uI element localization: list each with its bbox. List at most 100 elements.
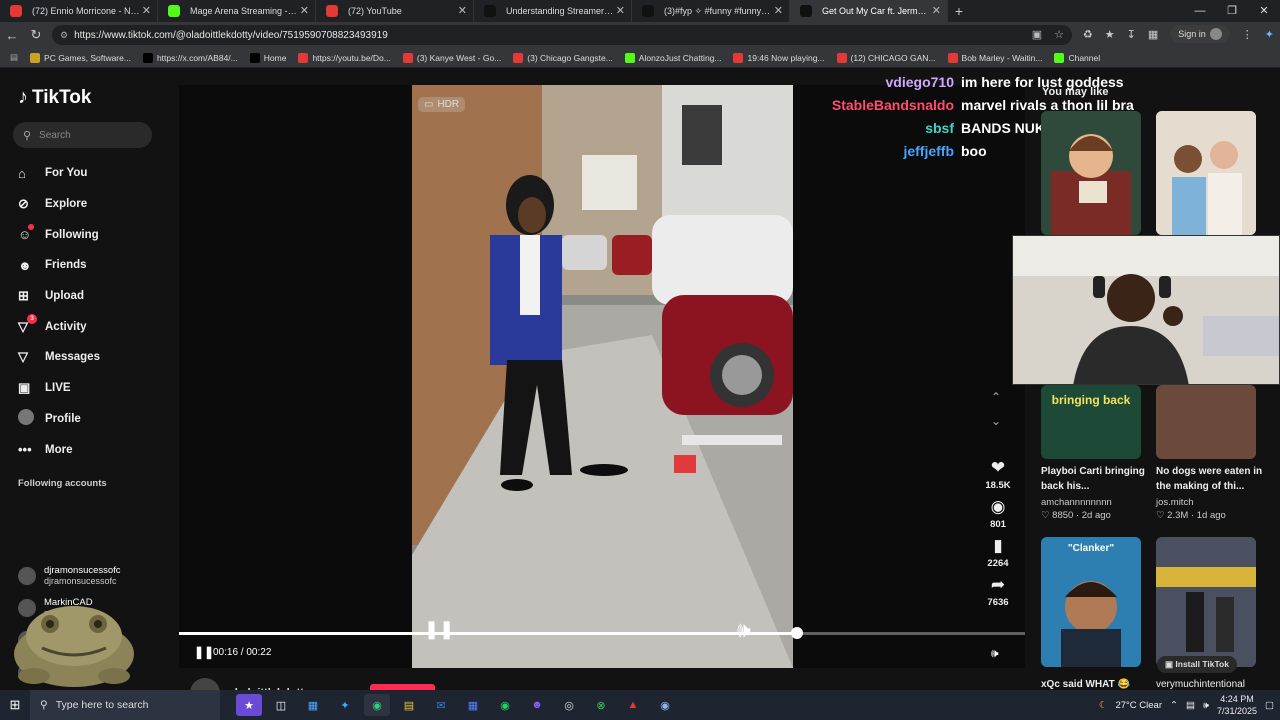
browser-tab[interactable]: (72) YouTube ✕ xyxy=(316,0,474,22)
sidebar-item-for-you[interactable]: ⌂ For You xyxy=(18,158,168,189)
search-input[interactable]: ⚲ Search xyxy=(13,122,152,148)
weather-text[interactable]: 27°C Clear xyxy=(1115,700,1162,711)
copilot-taskbar-icon[interactable]: ✦ xyxy=(332,694,358,716)
game-launcher-icon[interactable]: ▲ xyxy=(620,694,646,716)
bookmark-star-icon[interactable]: ☆ xyxy=(1054,28,1064,41)
downloads-icon[interactable]: ↧ xyxy=(1127,28,1136,41)
sidebar-item-friends[interactable]: ☻ Friends xyxy=(18,250,168,281)
close-tab-icon[interactable]: ✕ xyxy=(616,4,625,17)
taskbar-search-input[interactable]: ⚲ Type here to search xyxy=(30,690,220,720)
center-volume-icon[interactable]: 🕪 xyxy=(737,617,751,643)
sidebar-item-live[interactable]: ▣ LIVE xyxy=(18,373,168,404)
obs-icon[interactable]: ◎ xyxy=(556,694,582,716)
bookmark-item[interactable]: (3) Chicago Gangste... xyxy=(513,52,613,63)
comment-button[interactable]: ◉ 801 xyxy=(978,497,1018,530)
browser-tab[interactable]: Get Out My Car ft. Jermaine ✕ xyxy=(790,0,948,22)
windows-start-icon[interactable]: ⊞ xyxy=(0,697,30,713)
sidebar-item-explore[interactable]: ⊘ Explore xyxy=(18,189,168,220)
sidebar-item-following[interactable]: ☺ Following xyxy=(18,219,168,250)
bookmark-item[interactable]: (3) Kanye West - Go... xyxy=(402,52,501,63)
recommendation-thumbnail[interactable]: "Clanker" xyxy=(1041,537,1141,667)
install-app-icon[interactable]: ▣ xyxy=(1032,28,1042,41)
bookmark-item[interactable]: AlonzoJust Chatting... xyxy=(624,52,721,63)
browser-tab[interactable]: (3)#fyp ✧ #funny #funnyvide ✕ xyxy=(632,0,790,22)
notifications-icon[interactable]: ▢ xyxy=(1265,700,1274,711)
puzzle-icon[interactable]: ▦ xyxy=(1148,28,1158,41)
recommendation-thumbnail[interactable]: bringing back xyxy=(1041,385,1141,459)
video-progress-bar[interactable] xyxy=(179,627,1025,639)
maximize-icon[interactable]: ❐ xyxy=(1216,0,1248,22)
recommendation-author[interactable]: amchannnnnnnn xyxy=(1041,496,1112,510)
browser-tab[interactable]: Understanding Streamer Culture✕ xyxy=(474,0,632,22)
sidebar-item-profile[interactable]: Profile xyxy=(18,404,168,435)
bookmark-item[interactable]: https://x.com/AB84/... xyxy=(142,52,238,63)
video-progress-knob[interactable] xyxy=(790,627,803,639)
site-info-icon[interactable]: ⚙ xyxy=(60,30,68,41)
following-account[interactable]: djramonsucessofc djramonsucessofc xyxy=(18,565,121,587)
reload-icon[interactable]: ↻ xyxy=(24,27,48,43)
video-player[interactable]: ▭ HDR ❚❚ 🕪 ❚❚ 00:16 / 00:22 🕪 xyxy=(179,85,1025,668)
discord-icon[interactable]: ☻ xyxy=(524,694,550,716)
bookmark-item[interactable]: Bob Marley - Waitin... xyxy=(947,52,1042,63)
bookmark-item[interactable]: (12) CHICAGO GAN... xyxy=(836,52,936,63)
menu-dots-icon[interactable]: ⋮ xyxy=(1242,28,1253,41)
tray-chevron-icon[interactable]: ⌃ xyxy=(1170,700,1178,711)
bookmark-item[interactable]: https://youtu.be/Do... xyxy=(298,52,391,63)
spotify-icon[interactable]: ◉ xyxy=(492,694,518,716)
browser-tab[interactable]: Mage Arena Streaming - Live Stre✕ xyxy=(158,0,316,22)
close-tab-icon[interactable]: ✕ xyxy=(458,4,467,17)
outlook-icon[interactable]: ✉ xyxy=(428,694,454,716)
bookmarks-icon[interactable]: ▤ xyxy=(10,52,18,63)
sidebar-item-more[interactable]: ••• More xyxy=(18,434,168,465)
copilot-icon[interactable]: ✦ xyxy=(1265,28,1274,41)
close-tab-icon[interactable]: ✕ xyxy=(774,4,783,17)
speaker-icon[interactable]: 🕪 xyxy=(1203,700,1209,711)
clock[interactable]: 4:24 PM 7/31/2025 xyxy=(1217,693,1257,717)
new-tab-button[interactable]: + xyxy=(948,0,970,22)
recommendation-author[interactable]: jos.mitch xyxy=(1156,496,1193,510)
recommendation-title[interactable]: Playboi Carti bringing back his... xyxy=(1041,464,1151,494)
recommendation-thumbnail[interactable] xyxy=(1041,111,1141,235)
close-tab-icon[interactable]: ✕ xyxy=(142,4,151,17)
extension-icon[interactable]: ♻ xyxy=(1083,28,1093,41)
save-button[interactable]: ▮ 2264 xyxy=(978,536,1018,569)
xbox-icon[interactable]: ⊗ xyxy=(588,694,614,716)
recommendation-thumbnail[interactable] xyxy=(1156,111,1256,235)
sign-in-button[interactable]: Sign in xyxy=(1170,25,1230,43)
sidebar-item-upload[interactable]: ⊞ Upload xyxy=(18,281,168,312)
share-button[interactable]: ➦ 7636 xyxy=(978,575,1018,608)
pause-icon[interactable]: ❚❚ xyxy=(194,645,214,659)
install-tiktok-button[interactable]: ▣ Install TikTok xyxy=(1157,656,1237,673)
close-tab-icon[interactable]: ✕ xyxy=(932,4,941,17)
recommendation-thumbnail[interactable] xyxy=(1156,537,1256,667)
calculator-icon[interactable]: ▦ xyxy=(460,694,486,716)
sidebar-item-messages[interactable]: ▽ Messages xyxy=(18,342,168,373)
bookmark-item[interactable]: PC Games, Software... xyxy=(30,52,131,63)
browser-tab[interactable]: (72) Ennio Morricone - Ninna Na✕ xyxy=(0,0,158,22)
tiktok-logo[interactable]: ♪ TikTok xyxy=(18,86,91,109)
center-pause-icon[interactable]: ❚❚ xyxy=(424,619,454,640)
next-video-chevron-icon[interactable]: ⌄ xyxy=(991,414,1001,428)
bookmark-item[interactable]: Channel xyxy=(1054,52,1100,63)
back-icon[interactable]: ← xyxy=(0,28,24,43)
bookmark-item[interactable]: 19:46 Now playing... xyxy=(733,52,825,63)
recommendation-title[interactable]: No dogs were eaten in the making of thi.… xyxy=(1156,464,1266,494)
search-highlight-icon[interactable]: ★ xyxy=(236,694,262,716)
weather-icon[interactable]: ☾ xyxy=(1099,700,1108,711)
minimize-icon[interactable]: — xyxy=(1184,0,1216,22)
task-view-icon[interactable]: ◫ xyxy=(268,694,294,716)
close-window-icon[interactable]: ✕ xyxy=(1248,0,1280,22)
edge-icon[interactable]: ◉ xyxy=(364,694,390,716)
close-tab-icon[interactable]: ✕ xyxy=(300,4,309,17)
bookmark-item[interactable]: Home xyxy=(249,52,286,63)
recommendation-thumbnail[interactable] xyxy=(1156,385,1256,459)
network-icon[interactable]: ▤ xyxy=(1186,700,1195,711)
store-icon[interactable]: ▦ xyxy=(300,694,326,716)
volume-icon[interactable]: 🕪 xyxy=(991,646,999,661)
steam-icon[interactable]: ◉ xyxy=(652,694,678,716)
sidebar-item-activity[interactable]: ▽ 3 Activity xyxy=(18,311,168,342)
like-button[interactable]: ❤ 18.5K xyxy=(978,458,1018,491)
file-explorer-icon[interactable]: ▤ xyxy=(396,694,422,716)
collections-icon[interactable]: ★ xyxy=(1105,28,1115,41)
url-input[interactable]: ⚙ https://www.tiktok.com/@oladoittlekdot… xyxy=(52,25,1072,45)
